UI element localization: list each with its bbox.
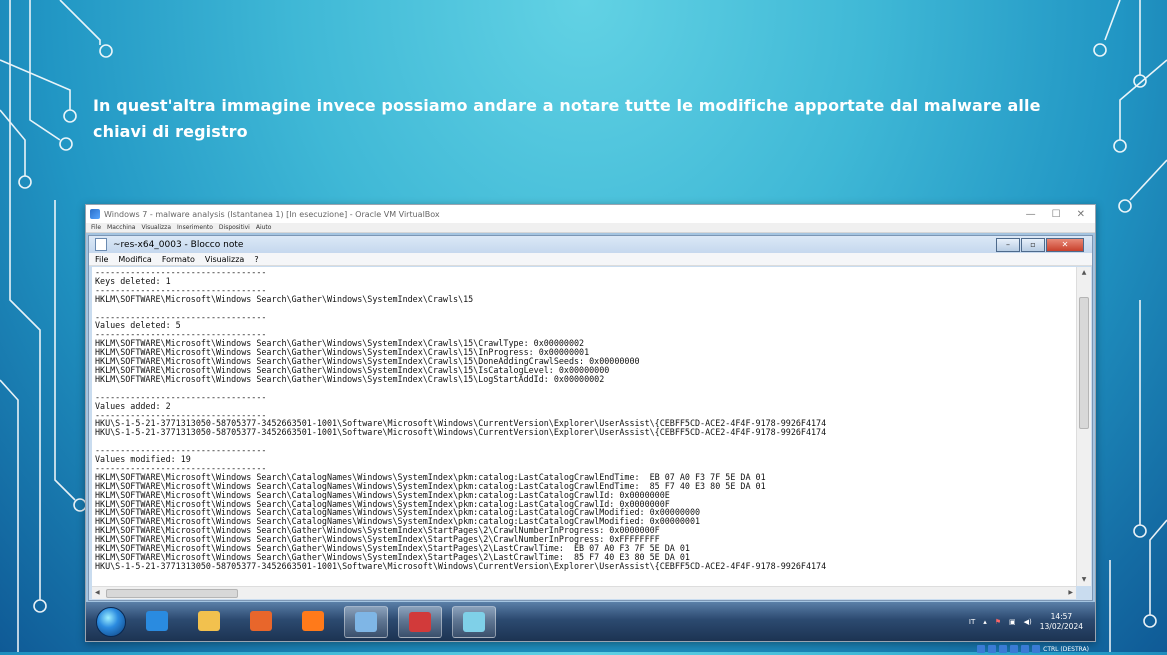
notepad-icon [95,238,107,251]
notepad-menu-format[interactable]: Formato [162,255,195,264]
vbox-menu-devices[interactable]: Dispositivi [219,224,250,231]
clock-time: 14:57 [1050,611,1073,621]
horizontal-scroll-thumb[interactable] [106,589,238,598]
host-key-label: CTRL (DESTRA) [1043,645,1089,653]
notepad-text-area[interactable]: ---------------------------------- Keys … [92,267,1076,586]
notepad-titlebar: ~res-x64_0003 - Blocco note – ▫ ✕ [89,236,1092,253]
process-monitor-icon [355,611,377,632]
tray-arrow-icon[interactable]: ▴ [983,618,987,626]
taskbar-button-file-explorer[interactable] [188,606,230,636]
virtualbox-titlebar: Windows 7 - malware analysis (Istantanea… [86,205,1095,223]
text-line: HKLM\SOFTWARE\Microsoft\Windows Search\G… [95,293,474,304]
system-tray: IT ▴ ⚑ ▣ ◀) 14:57 13/02/2024 [969,612,1095,632]
notepad-menu-help[interactable]: ? [254,255,258,264]
clock-date: 13/02/2024 [1039,621,1083,631]
notepad-menubar: File Modifica Formato Visualizza ? [89,253,1092,266]
notepad-close-button[interactable]: ✕ [1046,237,1084,252]
action-center-icon[interactable]: ⚑ [995,618,1001,626]
volume-icon[interactable]: ◀) [1024,618,1032,626]
notepad-menu-view[interactable]: Visualizza [205,255,244,264]
notepad-maximize-button[interactable]: ▫ [1021,237,1045,252]
virtualbox-status-bar: CTRL (DESTRA) [977,643,1089,655]
guest-desktop: ~res-x64_0003 - Blocco note – ▫ ✕ File M… [86,233,1095,653]
notepad-menu-file[interactable]: File [95,255,108,264]
vertical-scrollbar[interactable]: ▲ ▼ [1076,267,1091,586]
notepad-minimize-button[interactable]: – [996,237,1020,252]
scroll-right-arrow-icon[interactable]: ▶ [1068,587,1073,599]
scroll-up-arrow-icon[interactable]: ▲ [1077,267,1091,279]
minimize-button[interactable]: — [1026,209,1036,220]
text-line: HKLM\SOFTWARE\Microsoft\Windows Search\G… [95,373,605,384]
notepad-content: ---------------------------------- Keys … [92,267,1076,572]
virtualbox-window: Windows 7 - malware analysis (Istantanea… [85,204,1096,653]
file-explorer-icon [198,610,220,631]
scroll-down-arrow-icon[interactable]: ▼ [1077,574,1091,586]
slide-caption: In quest'altra immagine invece possiamo … [93,96,1041,141]
scroll-left-arrow-icon[interactable]: ◀ [95,587,100,599]
taskbar-button-media-player[interactable] [240,606,282,636]
taskbar-button-firefox[interactable] [292,606,334,636]
vbox-menu-input[interactable]: Inserimento [177,224,213,231]
taskbar-button-regshot[interactable] [398,605,442,638]
text-line: HKU\S-1-5-21-3771313050-58705377-3452663… [95,560,827,571]
taskbar: IT ▴ ⚑ ▣ ◀) 14:57 13/02/2024 CTRL (DESTR… [86,602,1095,653]
internet-explorer-icon [146,610,168,631]
virtualbox-icon [90,209,100,219]
vbox-menu-help[interactable]: Aiuto [256,224,272,231]
notepad-title: ~res-x64_0003 - Blocco note [113,239,244,250]
firefox-icon [302,610,324,631]
start-button-icon[interactable] [96,606,126,637]
media-player-icon [250,610,272,631]
notepad-window: ~res-x64_0003 - Blocco note – ▫ ✕ File M… [88,235,1093,601]
vbox-menu-machine[interactable]: Macchina [107,224,135,231]
clock[interactable]: 14:57 13/02/2024 [1040,612,1083,632]
regshot-icon [409,611,431,632]
notepad-menu-edit[interactable]: Modifica [118,255,151,264]
close-button[interactable]: ✕ [1077,209,1085,220]
taskbar-button-notepad[interactable] [452,605,496,638]
taskbar-button-internet-explorer[interactable] [136,606,178,636]
taskbar-button-process-monitor[interactable] [344,605,388,638]
notepad-icon [463,611,485,632]
maximize-button[interactable]: ☐ [1052,209,1061,220]
text-line: HKU\S-1-5-21-3771313050-58705377-3452663… [95,427,827,438]
horizontal-scrollbar[interactable]: ◀ ▶ [92,586,1076,599]
network-icon[interactable]: ▣ [1009,618,1016,626]
vertical-scroll-thumb[interactable] [1079,297,1089,429]
virtualbox-title: Windows 7 - malware analysis (Istantanea… [104,209,440,219]
vbox-menu-file[interactable]: File [91,224,101,231]
vbox-menu-view[interactable]: Visualizza [141,224,171,231]
language-indicator[interactable]: IT [969,618,975,626]
virtualbox-menubar: File Macchina Visualizza Inserimento Dis… [86,223,1095,233]
